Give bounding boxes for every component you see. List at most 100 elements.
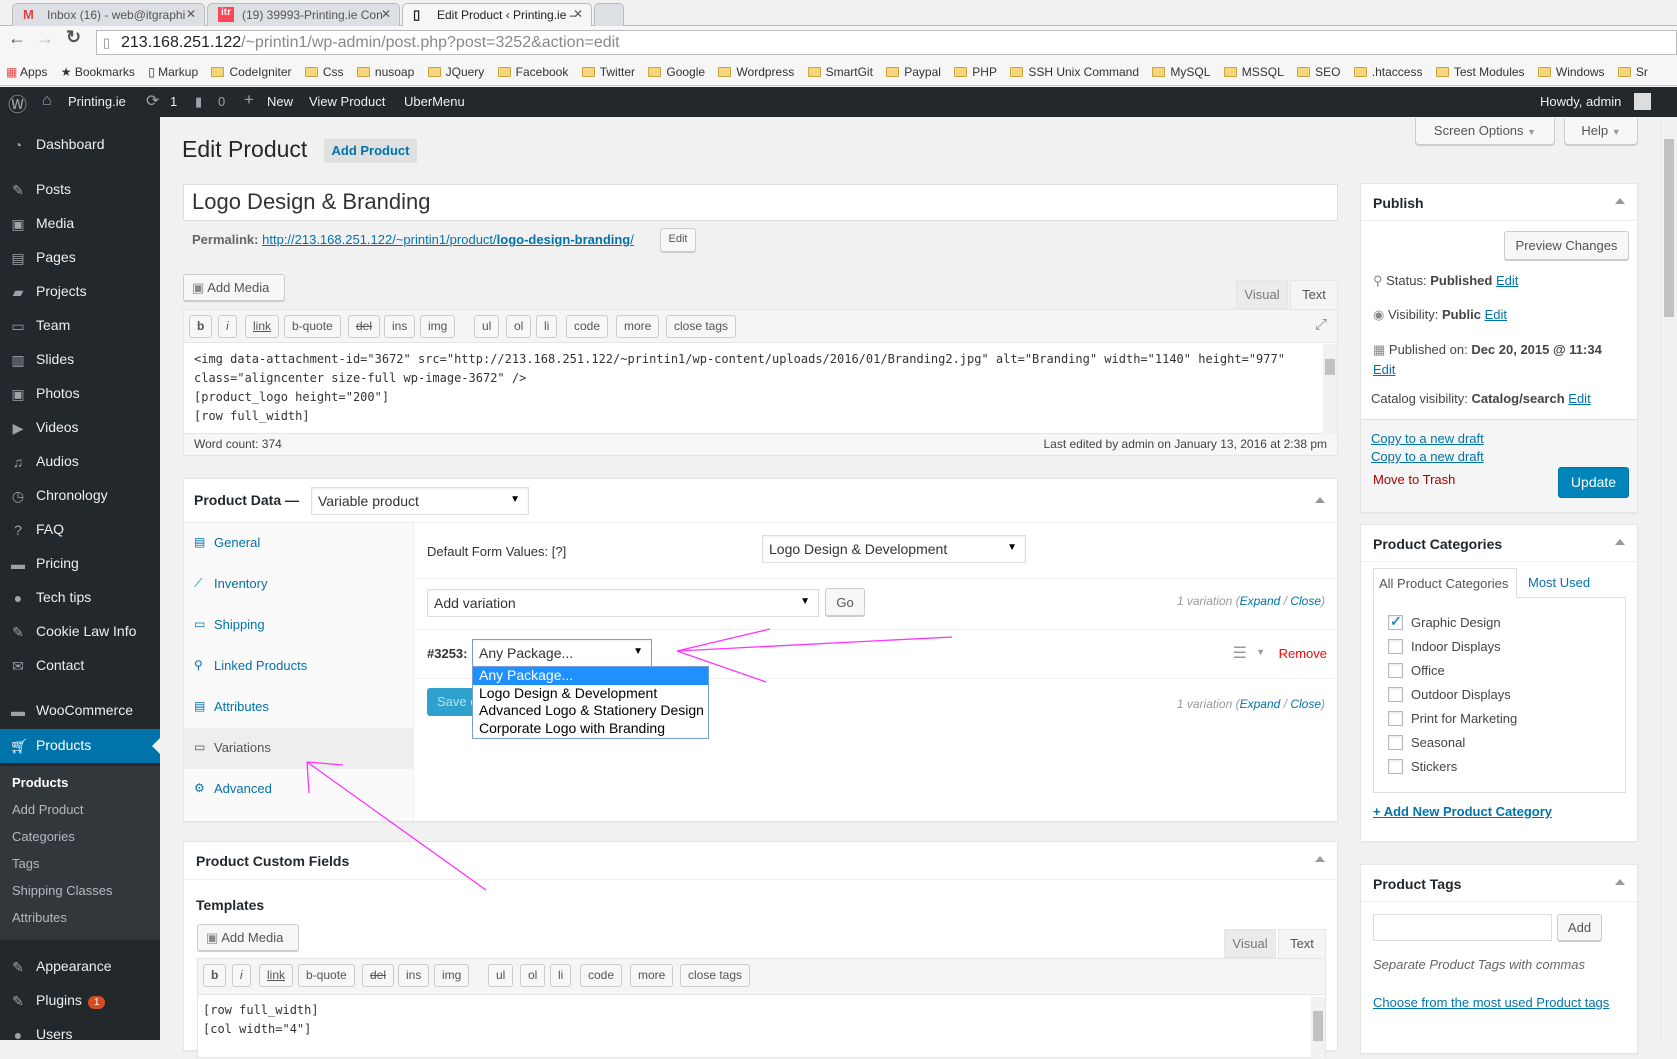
quicktag-more[interactable]: more: [616, 315, 660, 338]
bookmark-folder[interactable]: MySQL: [1152, 65, 1210, 79]
bookmark-folder[interactable]: Wordpress: [718, 65, 794, 79]
sidebar-item-projects[interactable]: ▰ Projects: [0, 275, 160, 309]
bookmark-folder[interactable]: SSH Unix Command: [1010, 65, 1139, 79]
tab-attributes[interactable]: ▤ Attributes: [184, 687, 414, 728]
tab-text[interactable]: Text: [1290, 280, 1338, 310]
bookmark-folder[interactable]: PHP: [954, 65, 997, 79]
quicktag-close-tags[interactable]: close tags: [680, 964, 751, 987]
sidebar-item-videos[interactable]: ▶ Videos: [0, 411, 160, 445]
sidebar-item-products[interactable]: 🛒︎ Products: [0, 729, 160, 763]
published-edit-link[interactable]: Edit: [1373, 362, 1395, 377]
bookmark-folder[interactable]: nusoap: [356, 65, 414, 79]
bookmark-bookmarks[interactable]: ★ Bookmarks: [61, 65, 135, 79]
go-button[interactable]: Go: [825, 588, 865, 616]
reload-icon[interactable]: ↻: [66, 27, 81, 48]
checkbox[interactable]: [1388, 663, 1403, 678]
expand-link[interactable]: Expand: [1240, 594, 1281, 608]
catalog-edit-link[interactable]: Edit: [1568, 391, 1590, 406]
bookmark-markup[interactable]: ▯ Markup: [148, 65, 198, 79]
category-item[interactable]: Indoor Displays: [1388, 639, 1501, 654]
submenu-add-product[interactable]: Add Product: [12, 802, 84, 817]
category-item[interactable]: Graphic Design: [1388, 613, 1501, 630]
sidebar-item-team[interactable]: ▭ Team: [0, 309, 160, 343]
tab-inventory[interactable]: ⟋ Inventory: [184, 564, 414, 605]
close-tab-icon[interactable]: ✕: [186, 7, 196, 21]
sidebar-item-faq[interactable]: ? FAQ: [0, 513, 160, 547]
page-scrollbar[interactable]: [1660, 117, 1677, 1040]
product-type-select[interactable]: Variable product ▼: [311, 487, 529, 515]
updates-icon[interactable]: ⟳: [146, 91, 159, 111]
templates-textarea[interactable]: [row full_width] [col width="4"]: [203, 1001, 319, 1039]
bookmark-folder[interactable]: .htaccess: [1353, 65, 1422, 79]
variation-package-select[interactable]: Any Package... ▼: [472, 639, 652, 667]
submenu-tags[interactable]: Tags: [12, 856, 39, 871]
submenu-products[interactable]: Products: [12, 775, 68, 790]
sidebar-item-media[interactable]: ▣ Media: [0, 207, 160, 241]
checkbox[interactable]: [1388, 759, 1403, 774]
sidebar-item-chronology[interactable]: ◷ Chronology: [0, 479, 160, 513]
sidebar-item-slides[interactable]: ▥ Slides: [0, 343, 160, 377]
bookmark-folder[interactable]: Paypal: [886, 65, 941, 79]
quicktag-link[interactable]: link: [259, 964, 294, 987]
preview-changes-button[interactable]: Preview Changes: [1504, 231, 1629, 260]
status-edit-link[interactable]: Edit: [1496, 273, 1518, 288]
bookmark-folder[interactable]: Facebook: [497, 65, 568, 79]
dropdown-option[interactable]: Corporate Logo with Branding: [473, 720, 708, 738]
sidebar-item-woocommerce[interactable]: ▬ WooCommerce: [0, 694, 160, 728]
add-tag-button[interactable]: Add: [1557, 914, 1602, 941]
bookmark-folder[interactable]: SEO: [1297, 65, 1340, 79]
quicktag-del[interactable]: del: [362, 964, 395, 987]
choose-tags-link[interactable]: Choose from the most used Product tags: [1373, 995, 1609, 1010]
quicktag-more[interactable]: more: [630, 964, 674, 987]
category-item[interactable]: Outdoor Displays: [1388, 687, 1511, 702]
url-bar[interactable]: ▯ 213.168.251.122/~printin1/wp-admin/post…: [96, 30, 1677, 55]
copy-to-draft-link[interactable]: Copy to a new draft: [1371, 431, 1484, 446]
sidebar-item-pages[interactable]: ▤ Pages: [0, 241, 160, 275]
bookmark-folder[interactable]: MSSQL: [1223, 65, 1284, 79]
tab-all-categories[interactable]: All Product Categories: [1373, 568, 1517, 598]
close-tab-icon[interactable]: ✕: [381, 7, 391, 21]
tag-input[interactable]: [1373, 914, 1552, 941]
tab-visual[interactable]: Visual: [1224, 929, 1276, 958]
tab-variations[interactable]: ▭ Variations: [184, 728, 414, 769]
comments-count[interactable]: 0: [218, 94, 225, 109]
comments-icon[interactable]: ▮: [195, 94, 202, 110]
add-media-button[interactable]: ▣ Add Media: [197, 924, 299, 951]
checkbox[interactable]: [1388, 735, 1403, 750]
tab-advanced[interactable]: ⚙ Advanced: [184, 769, 414, 810]
bookmark-folder[interactable]: Css: [304, 65, 344, 79]
forward-icon[interactable]: →: [36, 28, 54, 49]
category-item[interactable]: Seasonal: [1388, 735, 1465, 750]
checkbox[interactable]: [1388, 687, 1403, 702]
browser-tab-active[interactable]: ▯ Edit Product ‹ Printing.ie – ✕: [402, 3, 592, 26]
howdy-link[interactable]: Howdy, admin: [1540, 94, 1621, 109]
tab-linked-products[interactable]: ⚲ Linked Products: [184, 646, 414, 687]
editor-scrollbar[interactable]: [1311, 997, 1325, 1059]
visibility-edit-link[interactable]: Edit: [1485, 307, 1507, 322]
permalink-edit-button[interactable]: Edit: [660, 228, 696, 252]
help-button[interactable]: Help ▼: [1564, 118, 1638, 145]
scrollbar-thumb[interactable]: [1664, 139, 1674, 317]
sidebar-item-cookie-law-info[interactable]: ✎ Cookie Law Info: [0, 615, 160, 649]
quicktag-li[interactable]: li: [550, 964, 572, 987]
default-form-select[interactable]: Logo Design & Development ▼: [762, 535, 1026, 563]
new-link[interactable]: New: [267, 94, 293, 109]
collapse-icon[interactable]: [1615, 539, 1625, 545]
sidebar-item-audios[interactable]: ♫ Audios: [0, 445, 160, 479]
sidebar-item-plugins[interactable]: ✎ Plugins 1: [0, 984, 160, 1018]
quicktag-b[interactable]: b: [189, 315, 213, 338]
updates-count[interactable]: 1: [170, 94, 177, 109]
tab-shipping[interactable]: ▭ Shipping: [184, 605, 414, 646]
sidebar-item-contact[interactable]: ✉ Contact: [0, 649, 160, 683]
sidebar-item-dashboard[interactable]: ◔ Dashboard: [0, 128, 160, 162]
view-product-link[interactable]: View Product: [309, 94, 385, 109]
add-product-button[interactable]: Add Product: [324, 139, 417, 163]
quicktag-li[interactable]: li: [536, 315, 558, 338]
bookmark-folder[interactable]: Sr: [1617, 65, 1648, 79]
close-link[interactable]: Close: [1290, 594, 1321, 608]
submenu-shipping-classes[interactable]: Shipping Classes: [12, 883, 112, 898]
dropdown-option[interactable]: Advanced Logo & Stationery Design: [473, 702, 708, 720]
copy-to-draft-link[interactable]: Copy to a new draft: [1371, 449, 1484, 464]
quicktag-code[interactable]: code: [580, 964, 623, 987]
quicktag-b[interactable]: b: [203, 964, 227, 987]
